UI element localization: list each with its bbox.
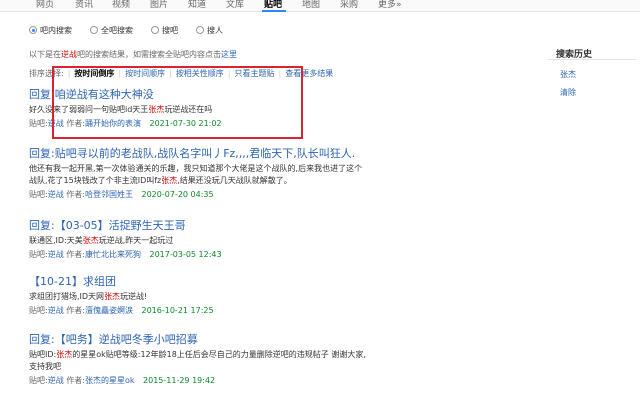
result-item: 回复:【03-05】活捉野生天王哥 联通区,ID:天美张杰玩逆战,昨天一起玩过 …: [29, 217, 529, 260]
nav-item-purchase[interactable]: 采购: [340, 0, 358, 10]
top-nav: 网页 资讯 视频 图片 知道 文库 贴吧 地图 采购 更多»: [0, 0, 640, 12]
radio-icon[interactable]: [151, 26, 159, 34]
result-date: 2020-07-20 04:35: [141, 190, 214, 199]
nav-item-web[interactable]: 网页: [36, 0, 54, 10]
nav-item-images[interactable]: 图片: [150, 0, 168, 10]
scope-option-all-bars[interactable]: 全吧搜索: [90, 25, 133, 36]
search-scope-options: 吧内搜索 全吧搜索 搜吧 搜人: [29, 24, 241, 36]
note-bar-name: 逆战: [61, 50, 77, 59]
nav-item-wenku[interactable]: 文库: [226, 0, 244, 10]
radio-selected-icon[interactable]: [29, 26, 37, 34]
note-text: 吧的搜索结果，如需搜索全贴吧内容点击: [77, 50, 221, 59]
nav-item-map[interactable]: 地图: [302, 0, 320, 10]
result-meta: 贴吧:逆战 作者:张杰的星星ok 2015-11-29 19:42: [29, 376, 216, 385]
scope-option-label: 吧内搜索: [40, 25, 72, 35]
result-date: 2016-10-21 17:25: [141, 306, 214, 315]
result-abstract: 贴吧ID:张杰的星星ok贴吧等级:12年龄18上任后会尽自己的力量删除逆吧的违规…: [29, 350, 366, 371]
scope-option-search-bar[interactable]: 搜吧: [151, 25, 178, 36]
nav-item-more[interactable]: 更多»: [378, 0, 402, 10]
result-title-link[interactable]: 回复:贴吧寻以前的老战队,战队名字叫丿Fz,,,,君临天下,队长叫狂人.: [29, 145, 529, 161]
nav-item-video[interactable]: 视频: [112, 0, 130, 10]
result-title-link[interactable]: 回复:【吧务】逆战吧冬季小吧招募: [29, 331, 529, 347]
search-history-panel: 搜索历史 张杰 清除: [548, 47, 636, 97]
result-date: 2017-03-05 12:43: [149, 250, 222, 259]
result-title-link[interactable]: 回复:【03-05】活捉野生天王哥: [29, 217, 529, 233]
result-author-link[interactable]: 澶傀矗姿婀涙: [85, 306, 133, 315]
scope-option-search-people[interactable]: 搜人: [196, 25, 223, 36]
search-all-link[interactable]: 这里: [221, 50, 237, 59]
nav-item-zhidao[interactable]: 知道: [188, 0, 206, 10]
result-author-link[interactable]: 康忙北比来死狗: [85, 250, 141, 259]
scope-option-in-bar[interactable]: 吧内搜索: [29, 25, 72, 36]
radio-icon[interactable]: [90, 26, 98, 34]
result-bar-link[interactable]: 逆战: [48, 250, 64, 259]
active-tab-indicator: [262, 10, 286, 12]
result-author-link[interactable]: 哈登邻国姓王: [85, 190, 133, 199]
result-bar-link[interactable]: 逆战: [48, 306, 64, 315]
result-date: 2015-11-29 19:42: [143, 376, 216, 385]
nav-item-news[interactable]: 资讯: [75, 0, 93, 10]
result-item: 回复:【吧务】逆战吧冬季小吧招募 贴吧ID:张杰的星星ok贴吧等级:12年龄18…: [29, 331, 529, 386]
result-item: 【10-21】求组团 求组团打猎场,ID天网张杰玩逆战! 贴吧:逆战 作者:澶傀…: [29, 273, 529, 316]
note-text: 以下是在: [29, 50, 61, 59]
result-author-link[interactable]: 张杰的星星ok: [85, 376, 135, 385]
annotation-highlight-box: [52, 66, 303, 139]
nav-item-tieba[interactable]: 贴吧: [264, 0, 282, 10]
radio-icon[interactable]: [196, 26, 204, 34]
result-bar-link[interactable]: 逆战: [48, 376, 64, 385]
result-meta: 贴吧:逆战 作者:康忙北比来死狗 2017-03-05 12:43: [29, 250, 222, 259]
clear-history-link[interactable]: 清除: [560, 87, 576, 98]
result-item: 回复:贴吧寻以前的老战队,战队名字叫丿Fz,,,,君临天下,队长叫狂人. 他还有…: [29, 145, 529, 200]
result-meta: 贴吧:逆战 作者:哈登邻国姓王 2020-07-20 04:35: [29, 190, 214, 199]
scope-option-label: 搜人: [207, 25, 223, 35]
result-abstract: 求组团打猎场,ID天网张杰玩逆战!: [29, 292, 148, 301]
divider: [548, 59, 636, 60]
result-abstract: 他还有我一起开黑,第一次体验通关的乐趣，我只知道那个大佬是这个战队的,后来我也进…: [29, 164, 363, 185]
search-history-item[interactable]: 张杰: [560, 69, 576, 80]
result-bar-link[interactable]: 逆战: [48, 190, 64, 199]
scope-option-label: 全吧搜索: [101, 25, 133, 35]
result-meta: 贴吧:逆战 作者:澶傀矗姿婀涙 2016-10-21 17:25: [29, 306, 214, 315]
scope-option-label: 搜吧: [162, 25, 178, 35]
result-abstract: 联通区,ID:天美张杰玩逆战,昨天一起玩过: [29, 236, 174, 245]
result-title-link[interactable]: 【10-21】求组团: [29, 273, 529, 289]
search-scope-note: 以下是在逆战吧的搜索结果，如需搜索全贴吧内容点击这里: [29, 49, 237, 60]
